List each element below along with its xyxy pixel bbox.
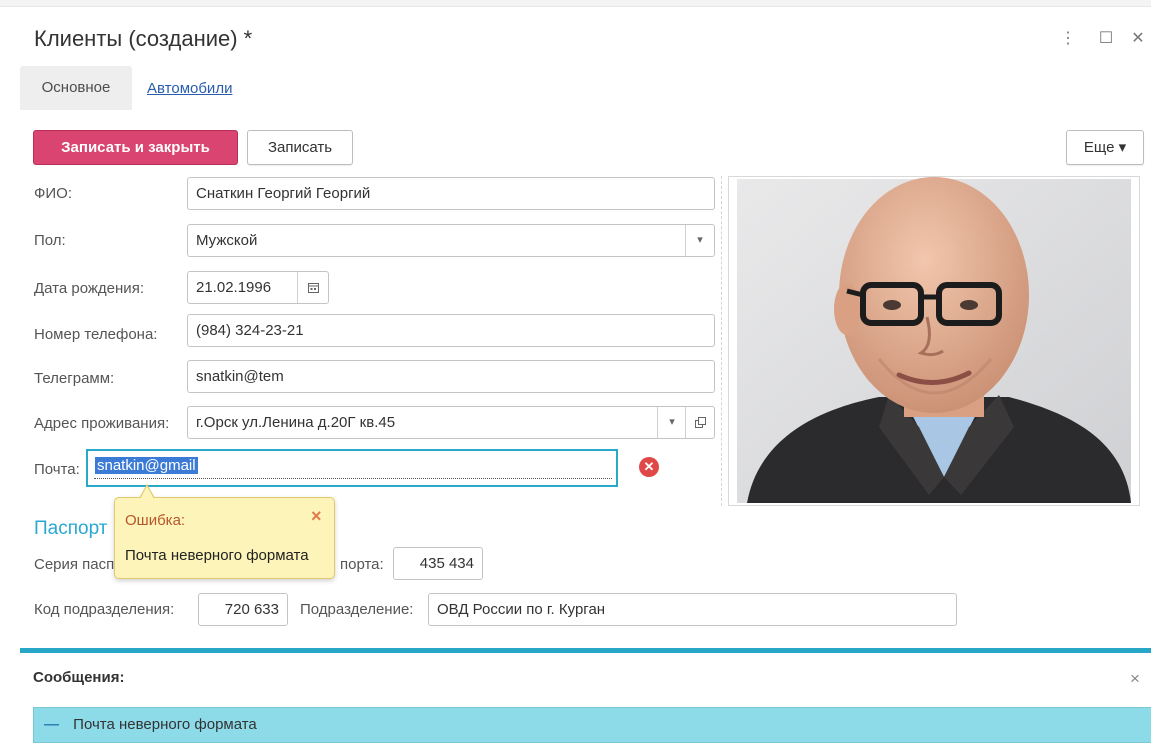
collapse-icon[interactable]: — xyxy=(44,716,59,733)
email-value: snatkin@gmail xyxy=(95,457,198,474)
dropdown-arrow-icon[interactable]: ▾ xyxy=(685,225,714,256)
messages-divider xyxy=(20,648,1151,653)
top-strip xyxy=(0,0,1151,7)
birth-date-input[interactable]: 21.02.1996 xyxy=(187,271,329,304)
dept-code-label: Код подразделения: xyxy=(34,601,175,618)
open-icon[interactable] xyxy=(685,407,714,438)
address-label: Адрес проживания: xyxy=(34,415,170,432)
error-tooltip: Ошибка: × Почта неверного формата xyxy=(114,484,335,579)
passport-section-title: Паспорт xyxy=(34,518,108,539)
divider xyxy=(721,176,722,506)
email-label: Почта: xyxy=(34,461,80,478)
messages-close-icon[interactable]: × xyxy=(1130,669,1140,689)
fio-label: ФИО: xyxy=(34,185,73,202)
gender-label: Пол: xyxy=(34,232,66,249)
message-text: Почта неверного формата xyxy=(73,716,257,733)
fio-input[interactable]: Снаткин Георгий Георгий xyxy=(187,177,715,210)
tooltip-title: Ошибка: xyxy=(125,512,186,529)
telegram-input[interactable]: snatkin@tem xyxy=(187,360,715,393)
save-button[interactable]: Записать xyxy=(247,130,353,165)
birth-label: Дата рождения: xyxy=(34,280,144,297)
error-icon[interactable]: ✕ xyxy=(639,457,659,477)
tab-cars[interactable]: Автомобили xyxy=(147,80,232,97)
passport-series-label: Серия пасп xyxy=(34,556,115,573)
messages-title: Сообщения: xyxy=(33,669,125,686)
tab-main[interactable]: Основное xyxy=(20,66,132,110)
maximize-icon[interactable]: ☐ xyxy=(1096,28,1116,48)
passport-number-input[interactable]: 435 434 xyxy=(393,547,483,580)
address-value: г.Орск ул.Ленина д.20Г кв.45 xyxy=(196,414,396,431)
dept-input[interactable]: ОВД России по г. Курган xyxy=(428,593,957,626)
client-photo[interactable] xyxy=(728,176,1140,506)
window-title: Клиенты (создание) * xyxy=(34,26,253,51)
email-input[interactable]: snatkin@gmail xyxy=(86,449,618,487)
phone-input[interactable]: (984) 324-23-21 xyxy=(187,314,715,347)
dept-label: Подразделение: xyxy=(300,601,414,618)
tooltip-message: Почта неверного формата xyxy=(125,547,309,564)
calendar-icon[interactable] xyxy=(297,272,328,303)
telegram-label: Телеграмм: xyxy=(34,370,115,387)
tooltip-close-icon[interactable]: × xyxy=(311,506,322,527)
birth-date-value: 21.02.1996 xyxy=(196,279,272,296)
more-button[interactable]: Еще ▾ xyxy=(1066,130,1144,165)
gender-select[interactable]: Мужской ▾ xyxy=(187,224,715,257)
input-underline xyxy=(94,478,612,479)
gender-value: Мужской xyxy=(196,232,258,249)
tooltip-arrow-fill xyxy=(140,486,154,499)
dept-code-input[interactable]: 720 633 xyxy=(198,593,288,626)
portrait-image xyxy=(737,177,1131,503)
message-item[interactable]: — Почта неверного формата xyxy=(33,707,1151,743)
passport-number-label: порта: xyxy=(340,556,384,573)
address-input[interactable]: г.Орск ул.Ленина д.20Г кв.45 ▾ xyxy=(187,406,715,439)
dropdown-arrow-icon[interactable]: ▾ xyxy=(657,407,686,438)
close-icon[interactable]: ✕ xyxy=(1128,28,1148,48)
save-and-close-button[interactable]: Записать и закрыть xyxy=(33,130,238,165)
more-actions-icon[interactable]: ⋮ xyxy=(1058,28,1078,48)
phone-label: Номер телефона: xyxy=(34,326,158,343)
